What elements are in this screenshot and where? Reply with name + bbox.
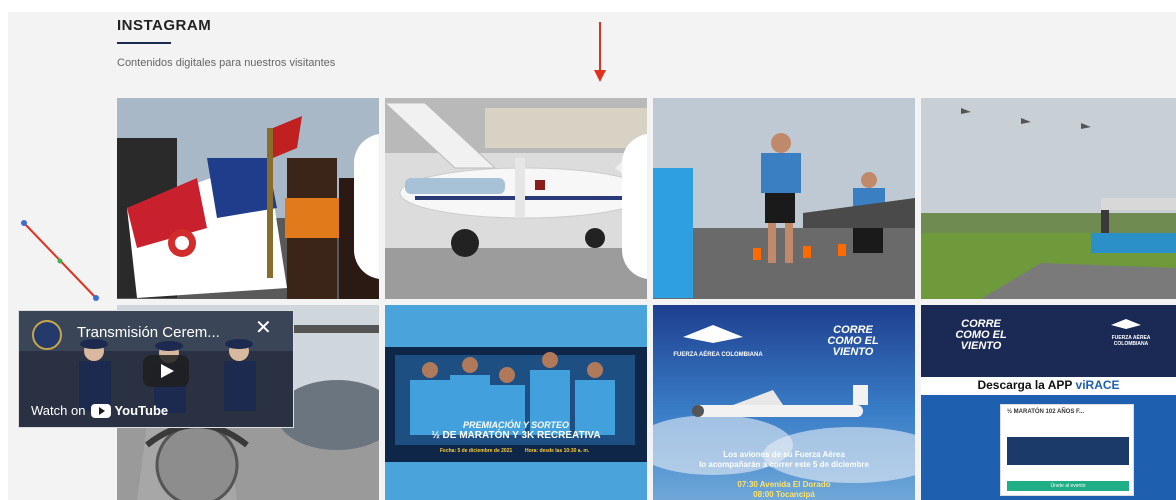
event-card-title: ½ MARATÓN 102 AÑOS F...: [1007, 409, 1085, 415]
watch-on-youtube-link[interactable]: Watch on YouTube: [31, 403, 168, 418]
play-icon[interactable]: [143, 355, 189, 387]
annotation-arrow-diagonal: [21, 220, 99, 301]
title-underline: [117, 42, 171, 44]
event-card-banner: [1007, 437, 1129, 465]
youtube-brand: YouTube: [114, 403, 169, 418]
close-icon[interactable]: ✕: [255, 315, 272, 340]
instagram-post-flag-parade[interactable]: [117, 98, 379, 299]
instagram-post-cessna-plane[interactable]: [385, 98, 647, 299]
virace-org: FUERZA AÉREA COLOMBIANA: [1111, 335, 1151, 347]
annotation-arrow-down: [594, 22, 606, 82]
instagram-post-corre-como-el-viento[interactable]: FUERZA AÉREA COLOMBIANA CORRE COMO EL VI…: [653, 305, 915, 500]
youtube-logo-icon: YouTube: [91, 403, 168, 418]
premiacion-headline: PREMIACIÓN Y SORTEO: [462, 420, 570, 430]
virace-download: Descarga la APP viRACE: [921, 378, 1176, 392]
app-name: viRACE: [1075, 378, 1120, 392]
watch-on-label: Watch on: [31, 403, 86, 418]
premiacion-line2: ½ DE MARATÓN Y 3K RECREATIVA: [431, 430, 601, 441]
event-card-button[interactable]: Únete al evento: [1007, 481, 1129, 491]
corre-line2: lo acompañarán a correr este 5 de diciem…: [699, 460, 869, 469]
section-title: INSTAGRAM: [117, 17, 212, 34]
video-camera-icon: [622, 134, 647, 279]
download-label: Descarga la APP: [977, 378, 1073, 392]
corre-line4: 08:00 Tocancipá: [753, 490, 815, 499]
corre-line1: Los aviones de su Fuerza Aérea: [723, 450, 845, 459]
premiacion-time: Hora: desde las 10:30 a. m.: [525, 448, 590, 454]
instagram-post-runners-airfield[interactable]: [921, 98, 1176, 299]
youtube-video-title[interactable]: Transmisión Cerem...: [77, 324, 220, 341]
instagram-post-premiacion-sorteo[interactable]: PREMIACIÓN Y SORTEO ½ DE MARATÓN Y 3K RE…: [385, 305, 647, 500]
corre-slogan: CORRE COMO EL VIENTO: [827, 324, 879, 358]
premiacion-date: Fecha: 5 de diciembre de 2021: [440, 448, 513, 454]
instagram-post-runners-track[interactable]: [653, 98, 915, 299]
event-card[interactable]: ½ MARATÓN 102 AÑOS F... Únete al evento: [1000, 404, 1134, 496]
corre-line3: 07:30 Avenida El Dorado: [737, 480, 831, 489]
youtube-embed[interactable]: Transmisión Cerem... ✕ Watch on YouTube: [18, 310, 294, 428]
section-subtitle: Contenidos digitales para nuestros visit…: [117, 57, 336, 69]
video-camera-icon: [354, 134, 379, 279]
virace-slogan: CORRE COMO EL VIENTO: [955, 318, 1007, 352]
fac-org-name: FUERZA AÉREA COLOMBIANA: [673, 352, 763, 358]
